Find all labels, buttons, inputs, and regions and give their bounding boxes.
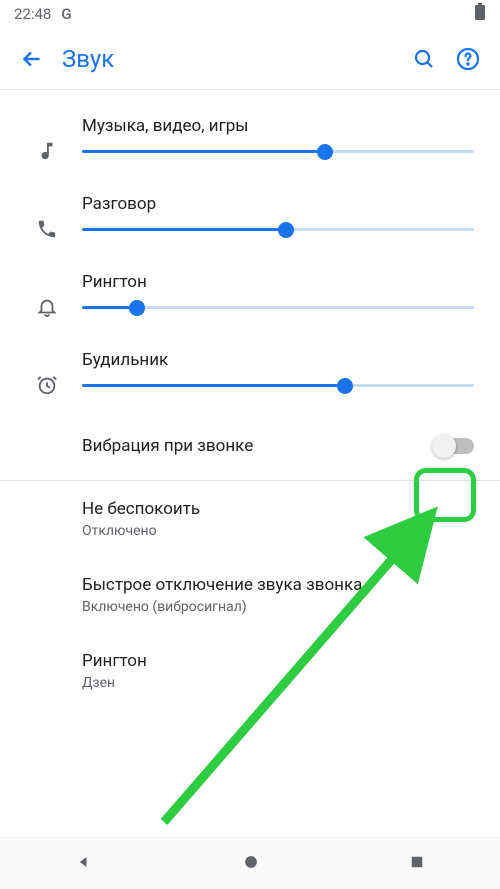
navigation-bar [0, 837, 500, 889]
nav-back-icon[interactable] [74, 852, 94, 876]
dnd-title: Не беспокоить [82, 499, 474, 519]
status-g-icon: G [61, 5, 71, 23]
quick-mute-title: Быстрое отключение звука звонка [82, 575, 474, 595]
vibrate-on-call-switch[interactable] [434, 438, 474, 454]
ringtone-subtitle: Дзен [82, 675, 474, 691]
alarm-volume-row: Будильник [0, 334, 500, 412]
app-bar: Звук [0, 28, 500, 90]
dnd-row[interactable]: Не беспокоить Отключено [0, 481, 500, 557]
ring-volume-row: Рингтон [0, 256, 500, 334]
back-button[interactable] [10, 46, 54, 72]
music-note-icon [12, 116, 82, 162]
quick-mute-row[interactable]: Быстрое отключение звука звонка Включено… [0, 557, 500, 633]
vibrate-on-call-row[interactable]: Вибрация при звонке [0, 412, 500, 481]
call-volume-label: Разговор [82, 194, 474, 214]
ring-volume-slider[interactable] [82, 306, 474, 309]
ringtone-title: Рингтон [82, 651, 474, 671]
alarm-volume-slider[interactable] [82, 384, 474, 387]
media-volume-slider[interactable] [82, 150, 474, 153]
dnd-subtitle: Отключено [82, 523, 474, 539]
ringtone-row[interactable]: Рингтон Дзен [0, 633, 500, 709]
quick-mute-subtitle: Включено (вибросигнал) [82, 599, 474, 615]
status-bar: 22:48 G [0, 0, 500, 28]
alarm-volume-label: Будильник [82, 350, 474, 370]
media-volume-row: Музыка, видео, игры [0, 100, 500, 178]
call-volume-slider[interactable] [82, 228, 474, 231]
battery-icon [474, 3, 486, 25]
call-volume-row: Разговор [0, 178, 500, 256]
phone-icon [12, 194, 82, 240]
nav-home-icon[interactable] [241, 852, 261, 876]
alarm-icon [12, 350, 82, 396]
page-title: Звук [54, 45, 402, 73]
help-button[interactable] [446, 47, 490, 71]
nav-recent-icon[interactable] [408, 853, 426, 875]
vibrate-on-call-label: Вибрация при звонке [82, 436, 434, 456]
ring-volume-label: Рингтон [82, 272, 474, 292]
search-button[interactable] [402, 47, 446, 71]
content: Музыка, видео, игры Разговор Рингтон [0, 90, 500, 709]
bell-icon [12, 272, 82, 318]
status-time: 22:48 [14, 5, 51, 23]
media-volume-label: Музыка, видео, игры [82, 116, 474, 136]
